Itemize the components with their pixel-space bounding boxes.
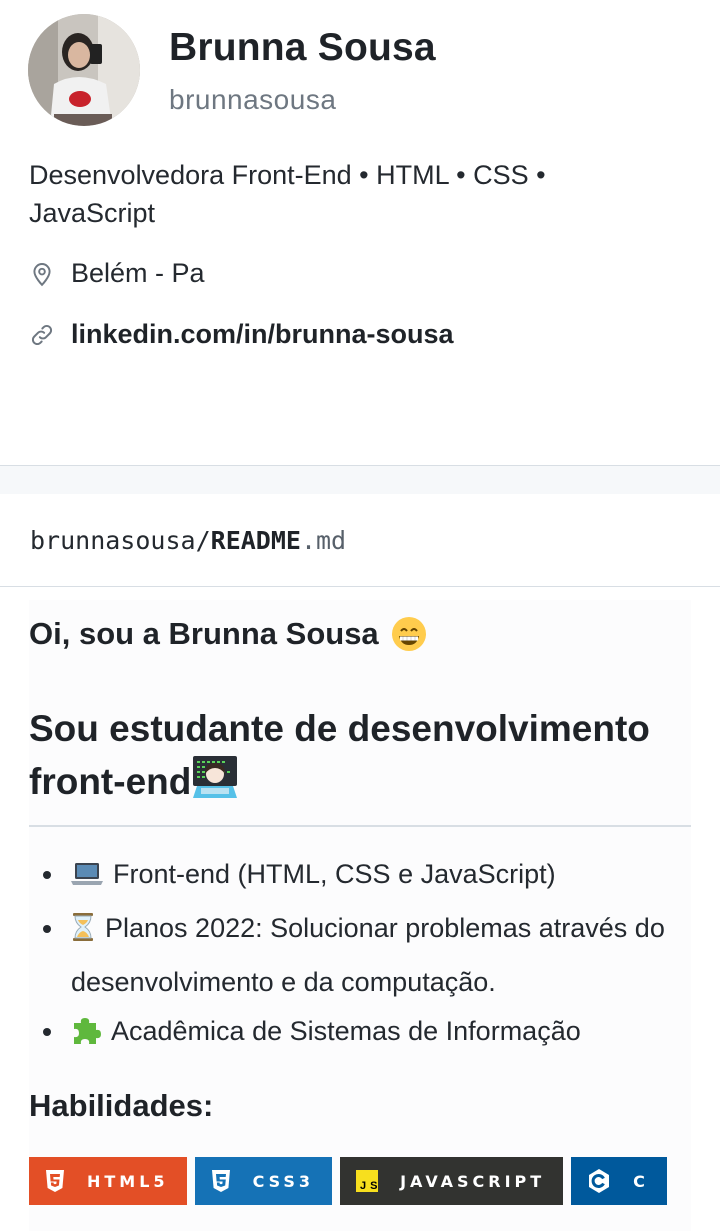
html5-badge[interactable]: HTML5 xyxy=(29,1157,187,1205)
skills-heading: Habilidades: xyxy=(29,1088,214,1123)
location-icon xyxy=(29,261,55,287)
readme-extension: .md xyxy=(300,526,347,555)
list-item: Planos 2022: Solucionar problemas atravé… xyxy=(29,904,691,1007)
readme-path[interactable]: brunnasousa/README.md xyxy=(30,526,346,555)
path-separator: / xyxy=(195,526,211,555)
javascript-icon: JS xyxy=(356,1170,379,1192)
headline: Sou estudante de desenvolvimento front-e… xyxy=(29,703,691,827)
profile-bio: Desenvolvedora Front-End • HTML • CSS • … xyxy=(29,160,546,228)
readme-content: Oi, sou a Brunna Sousa Sou estudante de … xyxy=(29,600,691,1231)
css3-badge-label: CSS3 xyxy=(252,1171,315,1191)
javascript-badge-label: JAVASCRIPT xyxy=(400,1171,546,1191)
readme-filename[interactable]: README xyxy=(211,526,301,555)
website-link[interactable]: linkedin.com/in/brunna-sousa xyxy=(71,319,454,350)
headline-text: Sou estudante de desenvolvimento front-e… xyxy=(29,708,650,802)
c-badge[interactable]: C xyxy=(571,1157,667,1205)
profile-username: brunnasousa xyxy=(169,84,337,115)
puzzle-icon xyxy=(71,1012,101,1061)
location-text: Belém - Pa xyxy=(71,258,205,288)
profile-name: Brunna Sousa xyxy=(169,26,436,69)
javascript-badge[interactable]: JS JAVASCRIPT xyxy=(340,1157,564,1205)
avatar-image xyxy=(28,14,140,126)
list-item: Acadêmica de Sistemas de Informação xyxy=(29,1007,691,1061)
about-list: Front-end (HTML, CSS e JavaScript) Plano… xyxy=(29,850,691,1061)
c-badge-label: C xyxy=(633,1171,649,1191)
bullet-text: Acadêmica de Sistemas de Informação xyxy=(111,1016,581,1046)
bullet-text: Front-end (HTML, CSS e JavaScript) xyxy=(113,859,556,889)
profile-card: Brunna Sousa brunnasousa Desenvolvedora … xyxy=(0,0,720,465)
avatar[interactable] xyxy=(28,14,140,126)
skills-badges: HTML5 CSS3 JS JAVASCRIPT C xyxy=(29,1157,675,1205)
readme-owner[interactable]: brunnasousa xyxy=(30,526,196,555)
section-divider xyxy=(0,465,720,494)
c-language-icon xyxy=(587,1168,611,1194)
hourglass-icon xyxy=(71,909,95,958)
html5-icon xyxy=(45,1170,65,1192)
profile-location: Belém - Pa xyxy=(29,258,205,289)
svg-text:JS: JS xyxy=(360,1180,378,1192)
link-icon xyxy=(29,322,55,348)
list-item: Front-end (HTML, CSS e JavaScript) xyxy=(29,850,691,904)
html5-badge-label: HTML5 xyxy=(87,1171,169,1191)
profile-website[interactable]: linkedin.com/in/brunna-sousa xyxy=(29,319,454,350)
css3-badge[interactable]: CSS3 xyxy=(194,1157,333,1205)
technologist-emoji-icon xyxy=(191,754,239,813)
bullet-text: Planos 2022: Solucionar problemas atravé… xyxy=(71,913,665,997)
greeting-heading: Oi, sou a Brunna Sousa xyxy=(29,616,427,652)
grin-emoji-icon xyxy=(391,616,427,652)
laptop-icon xyxy=(71,855,103,904)
greeting-text: Oi, sou a Brunna Sousa xyxy=(29,616,379,651)
css3-icon xyxy=(211,1170,231,1192)
